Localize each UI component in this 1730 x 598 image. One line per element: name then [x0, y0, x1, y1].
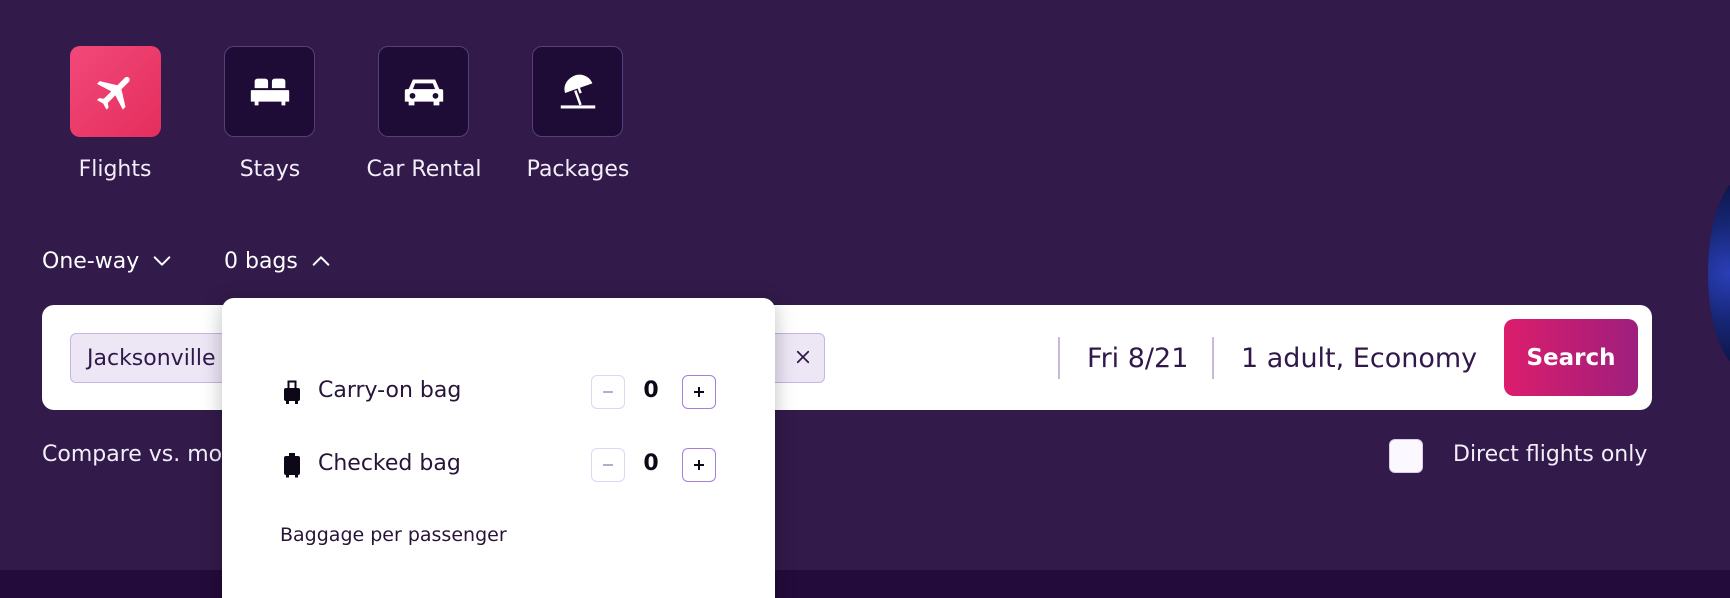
direct-flights-checkbox[interactable]: [1389, 439, 1423, 473]
trip-type-dropdown[interactable]: One-way: [42, 246, 173, 276]
clear-origin-button[interactable]: [789, 343, 817, 371]
bags-dropdown[interactable]: 0 bags: [224, 246, 332, 276]
product-label-flights[interactable]: Flights: [79, 157, 152, 182]
checked-bag-label: Checked bag: [318, 451, 461, 476]
checked-bag-increment-button[interactable]: [682, 448, 716, 482]
checked-bag-icon: [284, 453, 300, 478]
checked-bag-row: Checked bag 0: [222, 445, 775, 485]
car-icon: [404, 79, 443, 105]
minus-icon: [603, 464, 613, 466]
origin-value: Jacksonville: [87, 345, 216, 371]
plus-icon: [694, 460, 704, 470]
product-label-car-rental[interactable]: Car Rental: [367, 157, 482, 182]
carry-on-row: Carry-on bag 0: [222, 372, 775, 412]
bed-icon: [250, 78, 289, 105]
travelers-field[interactable]: 1 adult, Economy: [1241, 338, 1477, 378]
stays-tile[interactable]: [224, 46, 315, 137]
plane-icon: [96, 76, 130, 110]
car-rental-tile[interactable]: [378, 46, 469, 137]
carry-on-label: Carry-on bag: [318, 378, 462, 403]
carry-on-increment-button[interactable]: [682, 375, 716, 409]
date-field[interactable]: Fri 8/21: [1087, 338, 1188, 378]
bags-popover: Carry-on bag 0 Checked bag 0 Baggage per…: [222, 298, 775, 598]
baggage-note: Baggage per passenger: [280, 524, 507, 546]
carry-on-bag-icon: [284, 380, 300, 404]
decorative-image-edge: [1708, 178, 1730, 368]
carry-on-decrement-button[interactable]: [591, 375, 625, 409]
carry-on-count: 0: [643, 378, 659, 403]
bags-label: 0 bags: [224, 248, 298, 274]
product-label-packages[interactable]: Packages: [527, 157, 630, 182]
field-divider: [1212, 337, 1214, 379]
beach-umbrella-icon: [560, 74, 595, 108]
flights-tile[interactable]: [70, 46, 161, 137]
direct-flights-label[interactable]: Direct flights only: [1453, 442, 1647, 467]
search-button[interactable]: Search: [1504, 319, 1638, 396]
plus-icon: [694, 387, 704, 397]
compare-text: Compare vs. mo: [42, 442, 223, 467]
chevron-up-icon: [312, 256, 330, 266]
trip-type-label: One-way: [42, 248, 140, 274]
checked-bag-decrement-button[interactable]: [591, 448, 625, 482]
checked-bag-count: 0: [643, 451, 659, 476]
field-divider: [1058, 337, 1060, 379]
packages-tile[interactable]: [532, 46, 623, 137]
close-icon: [796, 350, 810, 364]
chevron-down-icon: [153, 256, 171, 266]
product-label-stays[interactable]: Stays: [240, 157, 301, 182]
minus-icon: [603, 391, 613, 393]
